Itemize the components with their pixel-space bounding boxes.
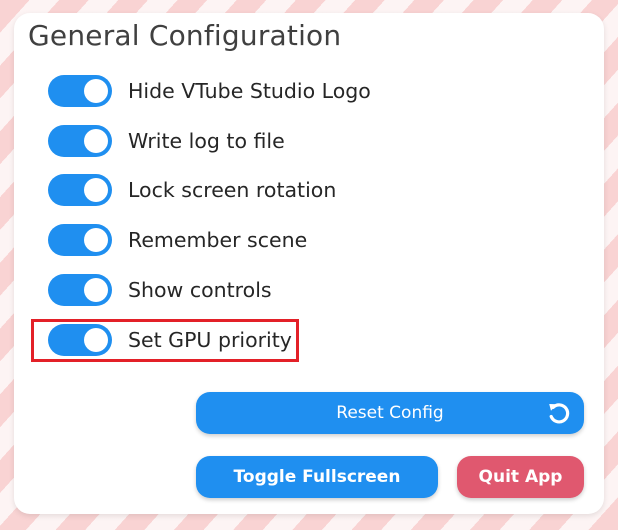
- setting-label: Write log to file: [128, 129, 285, 153]
- remember-scene-toggle[interactable]: [48, 224, 112, 256]
- show-controls-toggle[interactable]: [48, 274, 112, 306]
- toggle-knob: [84, 228, 108, 252]
- toggle-fullscreen-button[interactable]: Toggle Fullscreen: [196, 456, 438, 498]
- setting-row-gpu-priority: Set GPU priority: [48, 322, 292, 358]
- setting-row-lock-rotation: Lock screen rotation: [48, 172, 336, 208]
- setting-label: Hide VTube Studio Logo: [128, 79, 371, 103]
- toggle-knob: [84, 129, 108, 153]
- toggle-knob: [84, 178, 108, 202]
- setting-row-write-log: Write log to file: [48, 123, 285, 159]
- hide-logo-toggle[interactable]: [48, 75, 112, 107]
- reset-config-label: Reset Config: [336, 403, 444, 423]
- write-log-toggle[interactable]: [48, 125, 112, 157]
- setting-label: Set GPU priority: [128, 328, 292, 352]
- setting-row-hide-logo: Hide VTube Studio Logo: [48, 73, 371, 109]
- general-configuration-panel: General Configuration Hide VTube Studio …: [14, 13, 604, 514]
- toggle-knob: [84, 79, 108, 103]
- quit-app-button[interactable]: Quit App: [457, 456, 584, 498]
- lock-rotation-toggle[interactable]: [48, 174, 112, 206]
- setting-label: Show controls: [128, 278, 272, 302]
- reset-icon: [549, 403, 570, 424]
- reset-config-button[interactable]: Reset Config: [196, 392, 584, 434]
- gpu-priority-toggle[interactable]: [48, 324, 112, 356]
- setting-row-show-controls: Show controls: [48, 272, 272, 308]
- toggle-knob: [84, 278, 108, 302]
- panel-title: General Configuration: [28, 19, 342, 52]
- setting-label: Remember scene: [128, 228, 308, 252]
- setting-row-remember-scene: Remember scene: [48, 222, 307, 258]
- setting-label: Lock screen rotation: [128, 178, 337, 202]
- toggle-knob: [84, 328, 108, 352]
